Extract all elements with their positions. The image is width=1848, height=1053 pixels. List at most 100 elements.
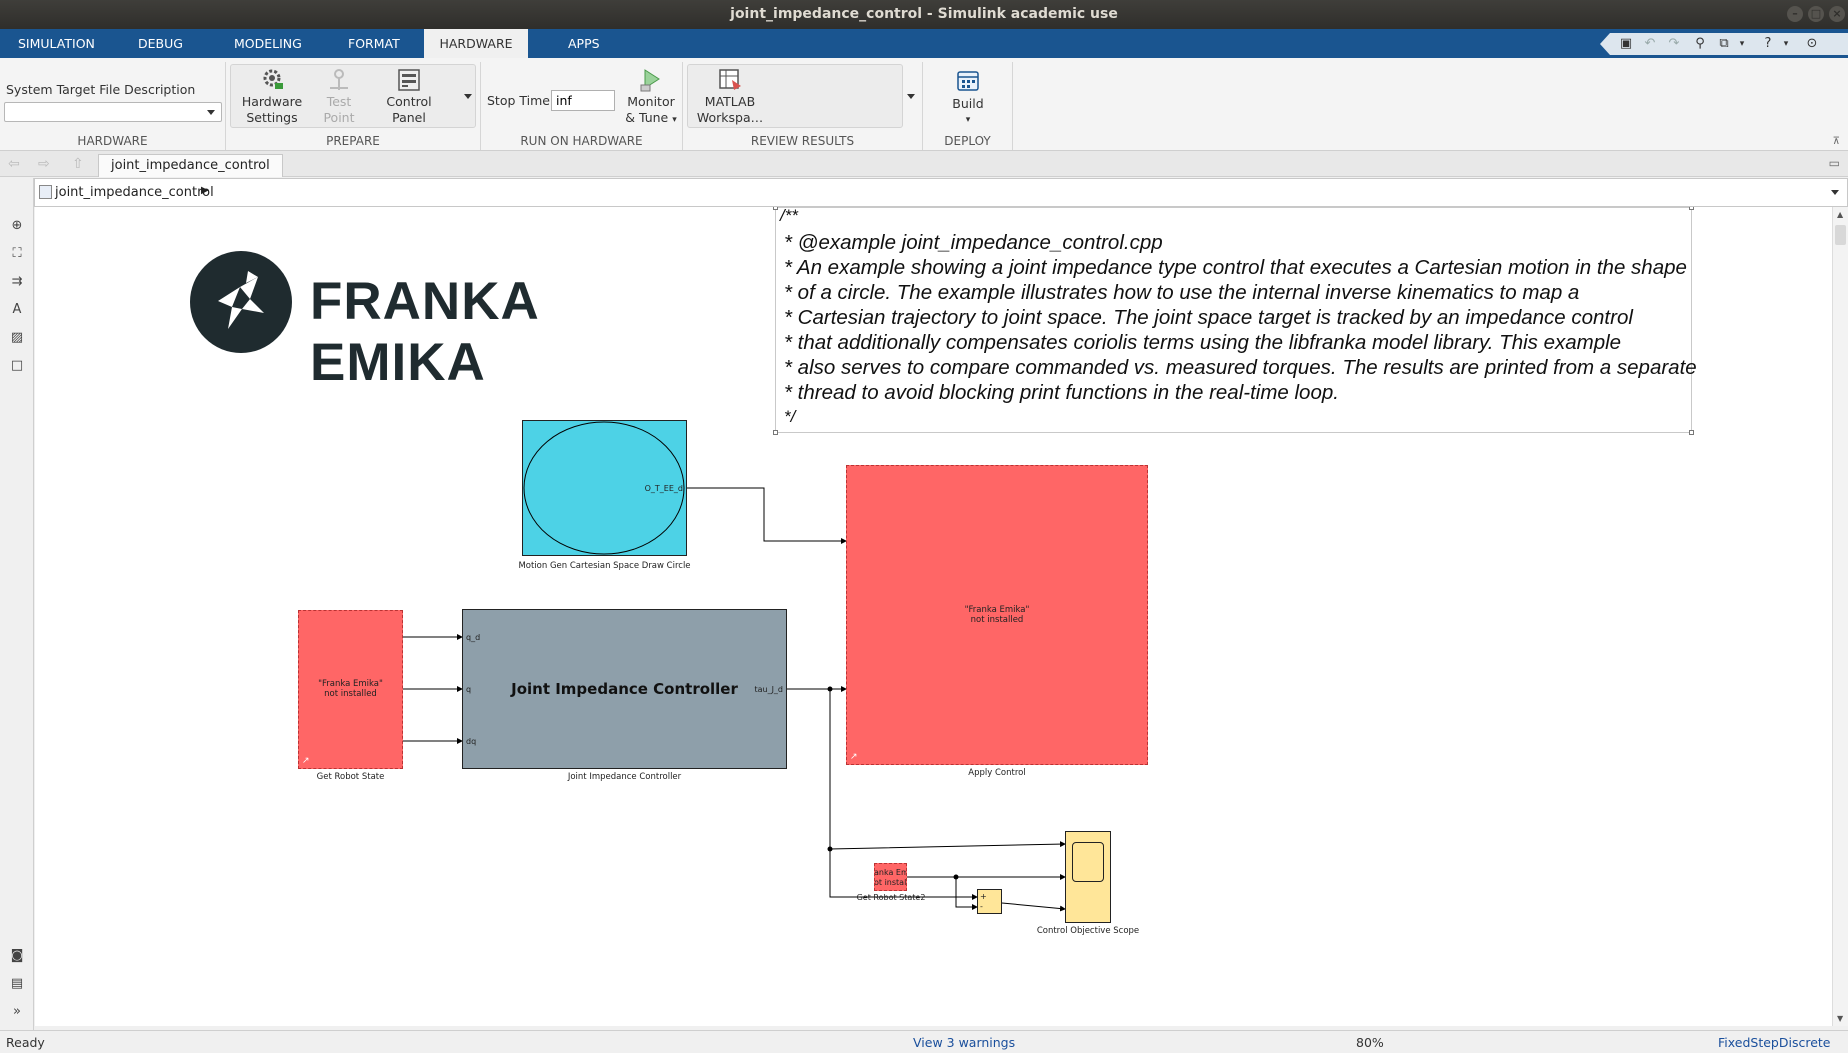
motion-gen-block[interactable]: O_T_EE_d bbox=[522, 420, 687, 556]
expand-toolbar-icon[interactable]: » bbox=[9, 1004, 25, 1020]
chevron-down-icon bbox=[907, 94, 915, 99]
get-robot-state-label: Get Robot State bbox=[316, 772, 385, 782]
get-robot-state-block[interactable]: "Franka Emika" not installed ↗ bbox=[298, 610, 403, 769]
scroll-thumb[interactable] bbox=[1835, 225, 1846, 245]
hardware-settings-button[interactable]: Hardware Settings bbox=[238, 68, 306, 126]
run-on-hardware-group: Stop Time Monitor & Tune ▾ RUN ON HARDWA… bbox=[481, 62, 683, 150]
test-point-icon bbox=[330, 69, 348, 90]
description-annotation[interactable]: /** * @example joint_impedance_control.c… bbox=[773, 207, 1697, 435]
annotation-line: /** bbox=[780, 207, 798, 225]
solver-link[interactable]: FixedStepDiscrete bbox=[1718, 1035, 1830, 1050]
matlab-workspace-button[interactable]: MATLAB Workspa… bbox=[695, 68, 765, 126]
area-icon[interactable]: □ bbox=[9, 358, 25, 374]
build-label: Build bbox=[952, 96, 984, 111]
tab-modeling[interactable]: MODELING bbox=[220, 29, 316, 58]
fit-to-view-icon[interactable]: ⛶ bbox=[9, 246, 25, 262]
tab-format[interactable]: FORMAT bbox=[334, 29, 414, 58]
port-dq: dq bbox=[466, 737, 477, 746]
annotation-handle[interactable] bbox=[1689, 207, 1694, 210]
not-installed-text: ot installe bbox=[874, 878, 907, 887]
chevron-down-icon[interactable] bbox=[1831, 190, 1839, 195]
link-icon: ↗ bbox=[302, 756, 310, 766]
sum-block[interactable]: + - bbox=[977, 889, 1002, 914]
tab-simulation[interactable]: SIMULATION bbox=[4, 29, 109, 58]
annotation-line: * also serves to compare commanded vs. m… bbox=[784, 356, 1697, 379]
get-robot-state2-label: Get Robot State2 bbox=[856, 893, 926, 902]
help-dropdown-icon[interactable]: ▾ bbox=[1778, 36, 1794, 52]
hardware-group-label: HARDWARE bbox=[77, 134, 148, 148]
zoom-level[interactable]: 80% bbox=[1356, 1035, 1384, 1050]
model-tab[interactable]: joint_impedance_control bbox=[98, 154, 283, 177]
annotation-line: * @example joint_impedance_control.cpp bbox=[784, 231, 1163, 254]
warnings-link[interactable]: View 3 warnings bbox=[913, 1035, 1015, 1050]
prepare-group-label: PREPARE bbox=[326, 134, 380, 148]
tab-debug[interactable]: DEBUG bbox=[124, 29, 197, 58]
vertical-scrollbar[interactable]: ▲ ▼ bbox=[1832, 207, 1848, 1026]
breadcrumb-model[interactable]: joint_impedance_control bbox=[55, 185, 214, 200]
stop-time-input[interactable] bbox=[551, 90, 615, 111]
annotation-line: * thread to avoid blocking print functio… bbox=[784, 381, 1339, 404]
joint-impedance-controller-block[interactable]: Joint Impedance Controller q_d q dq tau_… bbox=[462, 609, 787, 769]
zoom-icon[interactable]: ⊕ bbox=[9, 218, 25, 234]
forward-icon[interactable]: ⇨ bbox=[38, 156, 50, 172]
monitor-tune-button[interactable]: Monitor & Tune ▾ bbox=[621, 68, 681, 128]
prepare-group: Hardware Settings Test Point Control Pan… bbox=[226, 62, 481, 150]
port-tau-j-d: tau_J_d bbox=[754, 685, 783, 694]
port-o-t-ee-d: O_T_EE_d bbox=[644, 484, 683, 493]
scroll-down-icon[interactable]: ▼ bbox=[1837, 1014, 1843, 1023]
build-icon bbox=[957, 71, 979, 91]
annotation-handle[interactable] bbox=[773, 207, 778, 210]
workspace-icon bbox=[719, 69, 741, 90]
chevron-down-icon: ▾ bbox=[965, 115, 971, 125]
tab-hardware[interactable]: HARDWARE bbox=[424, 29, 528, 58]
compare-icon[interactable]: ⧉ bbox=[1716, 36, 1732, 52]
redo-icon[interactable]: ↷ bbox=[1666, 36, 1682, 52]
undo-icon[interactable]: ↶ bbox=[1642, 36, 1658, 52]
control-panel-label-1: Control bbox=[386, 94, 432, 109]
scroll-up-icon[interactable]: ▲ bbox=[1837, 210, 1843, 219]
hardware-settings-label-2: Settings bbox=[246, 110, 298, 125]
back-icon[interactable]: ⇦ bbox=[8, 156, 20, 172]
breadcrumb-arrow-icon[interactable]: ▶ bbox=[201, 185, 209, 196]
control-panel-button[interactable]: Control Panel bbox=[376, 68, 442, 126]
collapse-ribbon-icon[interactable]: ⊙ bbox=[1804, 36, 1820, 52]
save-icon[interactable]: ▣ bbox=[1618, 36, 1634, 52]
screenshot-icon[interactable]: ◙ bbox=[9, 948, 25, 964]
test-point-button[interactable]: Test Point bbox=[314, 68, 364, 126]
title-bar: joint_impedance_control - Simulink acade… bbox=[0, 0, 1848, 29]
minimize-icon[interactable]: – bbox=[1787, 6, 1803, 22]
quick-access-toolbar: ▣ ↶ ↷ ⚲ ⧉ ▾ ? ▾ ⊙ bbox=[1600, 33, 1848, 55]
not-installed-text: "Franka Emika" bbox=[964, 605, 1030, 615]
control-panel-label-2: Panel bbox=[392, 110, 426, 125]
maximize-icon[interactable]: □ bbox=[1808, 6, 1824, 22]
report-icon[interactable]: ▤ bbox=[9, 976, 25, 992]
status-bar: Ready View 3 warnings 80% FixedStepDiscr… bbox=[0, 1030, 1848, 1053]
franka-emika-logo[interactable]: FRANKA EMIKA bbox=[188, 247, 728, 392]
keyboard-icon[interactable]: ▭ bbox=[1829, 156, 1840, 170]
up-icon[interactable]: ⇧ bbox=[72, 156, 84, 172]
status-state: Ready bbox=[6, 1035, 45, 1050]
annotation-icon[interactable]: A bbox=[9, 302, 25, 318]
control-objective-scope-block[interactable] bbox=[1065, 831, 1111, 923]
model-canvas[interactable]: FRANKA EMIKA /** * @example joint_impeda… bbox=[35, 207, 1832, 1026]
annotation-handle[interactable] bbox=[1689, 430, 1694, 435]
help-icon[interactable]: ? bbox=[1760, 36, 1776, 52]
hardware-group: System Target File Description HARDWARE bbox=[0, 62, 226, 150]
apply-control-block[interactable]: "Franka Emika" not installed ↗ bbox=[846, 465, 1148, 765]
target-file-dropdown[interactable] bbox=[4, 102, 222, 122]
compare-dropdown-icon[interactable]: ▾ bbox=[1734, 36, 1750, 52]
image-icon[interactable]: ▨ bbox=[9, 330, 25, 346]
search-icon[interactable]: ⚲ bbox=[1692, 36, 1708, 52]
canvas-toolbar: ⊕ ⛶ ⇉ A ▨ □ ◙ ▤ » bbox=[0, 178, 34, 1030]
close-icon[interactable]: × bbox=[1829, 6, 1845, 22]
collapse-ribbon-icon[interactable]: ⊼ bbox=[1833, 136, 1840, 147]
annotation-line: * Cartesian trajectory to joint space. T… bbox=[784, 306, 1633, 329]
annotation-handle[interactable] bbox=[773, 430, 778, 435]
build-button[interactable]: Build ▾ bbox=[937, 68, 999, 128]
tab-apps[interactable]: APPS bbox=[554, 29, 614, 58]
review-results-group-label: REVIEW RESULTS bbox=[750, 134, 855, 148]
get-robot-state2-block[interactable]: anka Emi ot installe bbox=[874, 863, 907, 891]
review-gallery-expand[interactable] bbox=[903, 64, 919, 128]
prepare-gallery-expand[interactable] bbox=[460, 64, 476, 128]
signal-routing-icon[interactable]: ⇉ bbox=[9, 274, 25, 290]
